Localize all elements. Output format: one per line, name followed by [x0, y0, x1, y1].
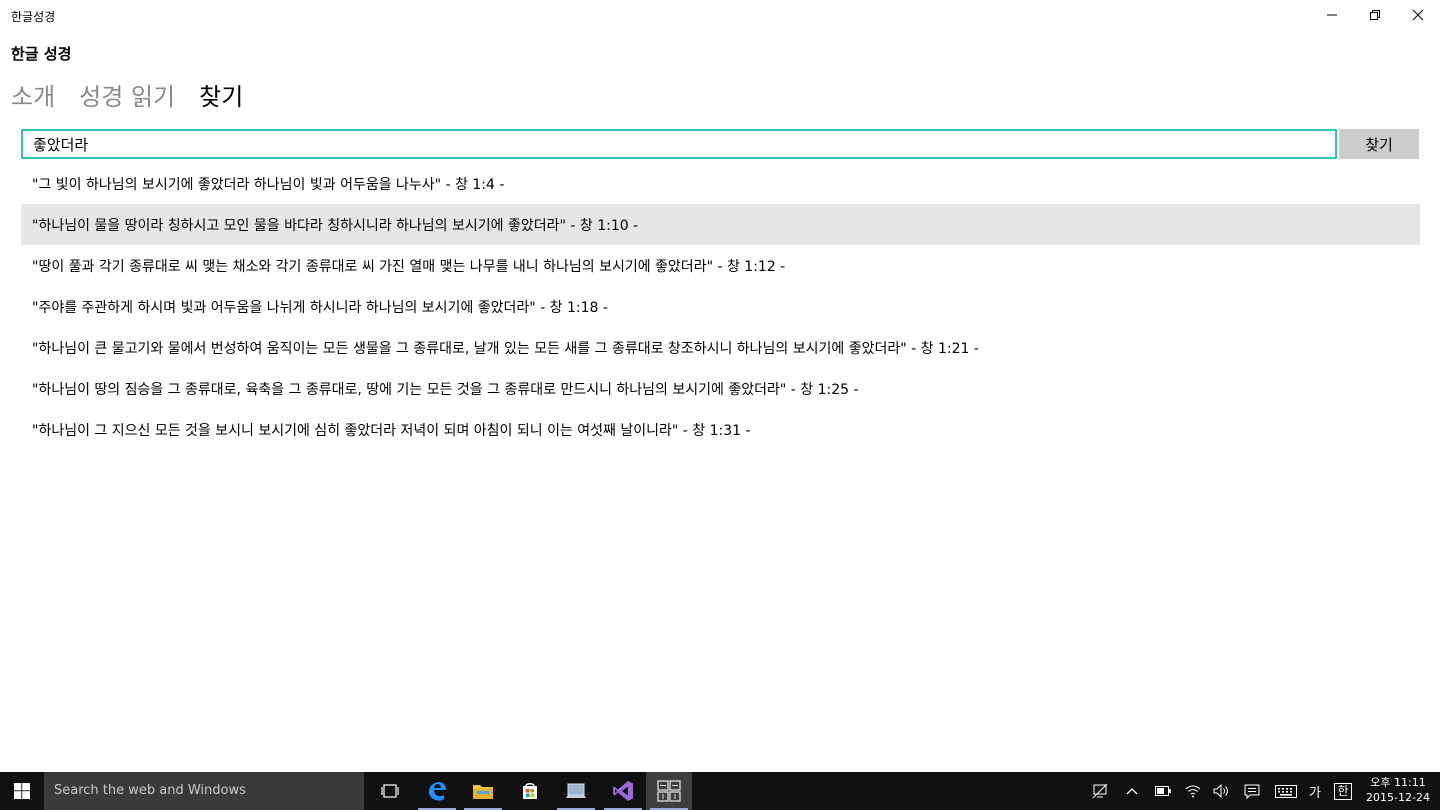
- window-title: 한글성경: [11, 10, 56, 24]
- search-input[interactable]: [23, 131, 1335, 157]
- result-item[interactable]: "하나님이 큰 물고기와 물에서 번성하여 움직이는 모든 생물을 그 종류대로…: [21, 327, 1420, 368]
- ime-mode-label: 가: [1309, 785, 1321, 801]
- result-item[interactable]: "그 빛이 하나님의 보시기에 좋았더라 하나님이 빛과 어두움을 나누사" -…: [21, 163, 1420, 204]
- results-list: "그 빛이 하나님의 보시기에 좋았더라 하나님이 빛과 어두움을 나누사" -…: [21, 163, 1420, 450]
- edge-button[interactable]: [414, 772, 460, 810]
- ime-hangul-button[interactable]: 한: [1331, 772, 1355, 810]
- tab-intro[interactable]: 소개: [11, 80, 55, 116]
- close-icon: [1412, 9, 1424, 21]
- result-text: "하나님이 물을 땅이라 칭하시고 모인 물을 바다라 칭하시니라 하나님의 보…: [32, 217, 639, 234]
- touch-keyboard-button[interactable]: [1272, 772, 1300, 810]
- result-text: "하나님이 큰 물고기와 물에서 번성하여 움직이는 모든 생물을 그 종류대로…: [32, 340, 979, 357]
- app-title: 한글 성경: [11, 45, 72, 63]
- file-explorer-button[interactable]: [460, 772, 506, 810]
- ime-hangul-label: 한: [1334, 782, 1352, 800]
- visual-studio-icon: [613, 781, 633, 801]
- app-icon: [566, 783, 586, 798]
- battery-button[interactable]: [1151, 772, 1175, 810]
- task-view-icon: [381, 784, 399, 798]
- chevron-up-icon: [1126, 788, 1138, 795]
- result-text: "그 빛이 하나님의 보시기에 좋았더라 하나님이 빛과 어두움을 나누사" -…: [32, 176, 505, 193]
- windows-logo-icon: [14, 783, 30, 799]
- network-disconnected-icon: [1092, 783, 1108, 799]
- title-bar: 한글성경: [0, 0, 1440, 30]
- clock-time: 오후 11:11: [1370, 776, 1426, 789]
- pivot-tabs: 소개 성경 읽기 찾기: [11, 80, 243, 116]
- restore-icon: [1370, 10, 1380, 20]
- result-text: "땅이 풀과 각기 종류대로 씨 맺는 채소와 각기 종류대로 씨 가진 열매 …: [32, 258, 786, 275]
- tab-read-bible[interactable]: 성경 읽기: [79, 80, 175, 116]
- taskbar: Search the web and Windows 가 한 오후 11:11 …: [0, 772, 1440, 810]
- notification-icon: [1244, 784, 1260, 799]
- result-text: "주야를 주관하게 하시며 빛과 어두움을 나뉘게 하시니라 하나님의 보시기에…: [32, 299, 608, 316]
- result-item[interactable]: "주야를 주관하게 하시며 빛과 어두움을 나뉘게 하시니라 하나님의 보시기에…: [21, 286, 1420, 327]
- search-box: [21, 129, 1337, 159]
- store-icon: [523, 783, 537, 799]
- network-off-button[interactable]: [1088, 772, 1112, 810]
- file-explorer-icon: [473, 785, 493, 799]
- result-item[interactable]: "하나님이 땅의 짐승을 그 종류대로, 육축을 그 종류대로, 땅에 기는 모…: [21, 368, 1420, 409]
- action-center-button[interactable]: [1240, 772, 1264, 810]
- taskbar-search-box[interactable]: Search the web and Windows: [44, 772, 364, 810]
- keyboard-icon: [1275, 784, 1297, 798]
- start-button[interactable]: [0, 772, 44, 810]
- result-item[interactable]: "땅이 풀과 각기 종류대로 씨 맺는 채소와 각기 종류대로 씨 가진 열매 …: [21, 245, 1420, 286]
- show-hidden-icons-button[interactable]: [1121, 772, 1143, 810]
- result-text: "하나님이 땅의 짐승을 그 종류대로, 육축을 그 종류대로, 땅에 기는 모…: [32, 381, 859, 398]
- result-text: "하나님이 그 지으신 모든 것을 보시니 보시기에 심히 좋았더라 저녁이 되…: [32, 422, 751, 439]
- result-item[interactable]: "하나님이 그 지으신 모든 것을 보시니 보시기에 심히 좋았더라 저녁이 되…: [21, 409, 1420, 450]
- minimize-button[interactable]: [1310, 0, 1354, 30]
- taskbar-search-placeholder: Search the web and Windows: [54, 783, 246, 798]
- korean-bible-app-button[interactable]: [646, 772, 692, 810]
- ime-mode-button[interactable]: 가: [1304, 772, 1326, 810]
- close-button[interactable]: [1396, 0, 1440, 30]
- edge-icon: [429, 782, 446, 801]
- wifi-icon: [1185, 785, 1201, 798]
- minimize-icon: [1327, 14, 1337, 16]
- battery-icon: [1155, 786, 1171, 796]
- volume-icon: [1213, 784, 1228, 798]
- clock-date: 2015-12-24: [1366, 791, 1430, 804]
- volume-button[interactable]: [1209, 772, 1233, 810]
- task-view-button[interactable]: [367, 772, 413, 810]
- clock[interactable]: 오후 11:11 2015-12-24: [1360, 775, 1436, 805]
- search-button[interactable]: 찾기: [1339, 129, 1419, 159]
- app-button[interactable]: [553, 772, 599, 810]
- korean-bible-app-icon: [657, 780, 681, 802]
- store-button[interactable]: [507, 772, 553, 810]
- result-item-selected[interactable]: "하나님이 물을 땅이라 칭하시고 모인 물을 바다라 칭하시니라 하나님의 보…: [21, 204, 1420, 245]
- visual-studio-button[interactable]: [600, 772, 646, 810]
- tab-search[interactable]: 찾기: [199, 80, 243, 116]
- wifi-button[interactable]: [1181, 772, 1205, 810]
- restore-button[interactable]: [1353, 0, 1397, 30]
